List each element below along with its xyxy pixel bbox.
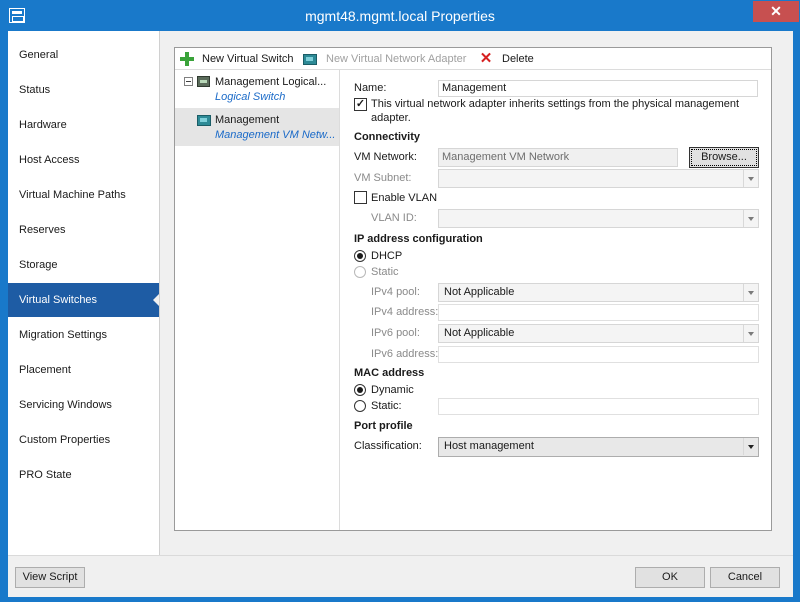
enable-vlan-label: Enable VLAN [371, 192, 438, 204]
switch-icon [197, 76, 210, 87]
sidebar-item-reserves[interactable]: Reserves [8, 213, 159, 247]
chevron-down-icon [743, 284, 758, 301]
classification-value: Host management [444, 440, 534, 452]
new-virtual-network-adapter-button[interactable]: New Virtual Network Adapter [326, 51, 466, 67]
add-icon[interactable] [180, 52, 194, 66]
tree-item-title: Management [215, 114, 280, 126]
sidebar-item-status[interactable]: Status [8, 73, 159, 107]
view-script-button[interactable]: View Script [15, 567, 85, 588]
static-ip-radio[interactable] [354, 266, 366, 278]
ipv4-address-field[interactable] [438, 304, 759, 321]
virtual-switches-panel: New Virtual Switch New Virtual Network A… [174, 47, 772, 531]
sidebar-item-placement[interactable]: Placement [8, 353, 159, 387]
chevron-down-icon [743, 325, 758, 342]
dhcp-radio[interactable] [354, 250, 366, 262]
tree-item-title: Management Logical... [215, 76, 327, 88]
vlan-id-dropdown[interactable] [438, 209, 759, 228]
ipv6-address-label: IPv6 address: [371, 348, 439, 360]
name-label: Name: [354, 82, 387, 94]
ipv4-pool-label: IPv4 pool: [371, 286, 420, 298]
dialog-client-area: General Status Hardware Host Access Virt… [8, 31, 793, 597]
dhcp-label: DHCP [371, 250, 403, 262]
sidebar-item-host-access[interactable]: Host Access [8, 143, 159, 177]
sidebar-item-general[interactable]: General [8, 38, 159, 72]
ipv6-pool-value: Not Applicable [444, 327, 515, 339]
sidebar-item-migration-settings[interactable]: Migration Settings [8, 318, 159, 352]
adapter-details-form: Name: Management ✓ This virtual network … [341, 70, 771, 530]
classification-label: Classification: [354, 440, 422, 452]
sidebar-item-servicing-windows[interactable]: Servicing Windows [8, 388, 159, 422]
dynamic-mac-radio[interactable] [354, 384, 366, 396]
port-profile-heading: Port profile [354, 420, 413, 432]
sidebar-item-hardware[interactable]: Hardware [8, 108, 159, 142]
inherit-settings-label-line1: This virtual network adapter inherits se… [371, 98, 740, 110]
browse-button[interactable]: Browse... [689, 147, 759, 168]
vlan-id-label: VLAN ID: [371, 212, 417, 224]
ipv6-pool-dropdown[interactable]: Not Applicable [438, 324, 759, 343]
ipv6-pool-label: IPv6 pool: [371, 327, 420, 339]
tree-item-subtitle: Logical Switch [215, 91, 286, 103]
tree-item-subtitle: Management VM Netw... [215, 129, 335, 141]
tree-item-logical-switch[interactable]: Management Logical... Logical Switch [175, 70, 339, 108]
static-mac-field[interactable] [438, 398, 759, 415]
classification-dropdown[interactable]: Host management [438, 437, 759, 457]
window-title: mgmt48.mgmt.local Properties [305, 8, 495, 24]
ipv4-address-label: IPv4 address: [371, 306, 439, 318]
sidebar-nav: General Status Hardware Host Access Virt… [8, 31, 160, 555]
dynamic-mac-label: Dynamic [371, 384, 414, 396]
sidebar-item-pro-state[interactable]: PRO State [8, 458, 159, 492]
ipv4-pool-value: Not Applicable [444, 286, 515, 298]
cancel-button[interactable]: Cancel [710, 567, 780, 588]
inherit-settings-checkbox[interactable]: ✓ [354, 98, 367, 111]
vm-subnet-label: VM Subnet: [354, 172, 412, 184]
sidebar-item-virtual-switches[interactable]: Virtual Switches [8, 283, 160, 317]
ipv4-pool-dropdown[interactable]: Not Applicable [438, 283, 759, 302]
static-mac-radio[interactable] [354, 400, 366, 412]
name-field[interactable]: Management [438, 80, 758, 97]
vm-subnet-dropdown[interactable] [438, 169, 759, 188]
collapse-icon[interactable] [184, 77, 193, 86]
close-button[interactable]: ✕ [753, 1, 799, 22]
ip-config-heading: IP address configuration [354, 233, 483, 245]
dialog-footer: View Script OK Cancel [8, 555, 793, 597]
vm-network-label: VM Network: [354, 151, 417, 163]
sidebar-item-storage[interactable]: Storage [8, 248, 159, 282]
static-mac-label: Static: [371, 400, 402, 412]
static-ip-label: Static [371, 266, 399, 278]
sidebar-divider [159, 31, 160, 555]
title-bar: mgmt48.mgmt.local Properties ✕ [1, 1, 799, 31]
network-adapter-icon [197, 115, 211, 126]
chevron-down-icon [743, 170, 758, 187]
ipv6-address-field[interactable] [438, 346, 759, 363]
toolbar: New Virtual Switch New Virtual Network A… [175, 48, 771, 70]
chevron-down-icon [743, 210, 758, 227]
properties-window: mgmt48.mgmt.local Properties ✕ General S… [0, 0, 800, 602]
tree-item-adapter[interactable]: Management Management VM Netw... [175, 108, 339, 146]
ok-button[interactable]: OK [635, 567, 705, 588]
chevron-down-icon [743, 438, 758, 455]
delete-icon[interactable]: ✕ [479, 51, 493, 67]
sidebar-item-custom-properties[interactable]: Custom Properties [8, 423, 159, 457]
switch-tree: Management Logical... Logical Switch Man… [175, 70, 340, 530]
inherit-settings-label-line2: adapter. [371, 112, 411, 124]
network-adapter-icon [303, 54, 317, 65]
mac-address-heading: MAC address [354, 367, 425, 379]
sidebar-item-vm-paths[interactable]: Virtual Machine Paths [8, 178, 159, 212]
delete-button[interactable]: Delete [502, 51, 534, 67]
vm-network-field: Management VM Network [438, 148, 678, 167]
connectivity-heading: Connectivity [354, 131, 421, 143]
new-virtual-switch-button[interactable]: New Virtual Switch [202, 51, 294, 67]
enable-vlan-checkbox[interactable] [354, 191, 367, 204]
